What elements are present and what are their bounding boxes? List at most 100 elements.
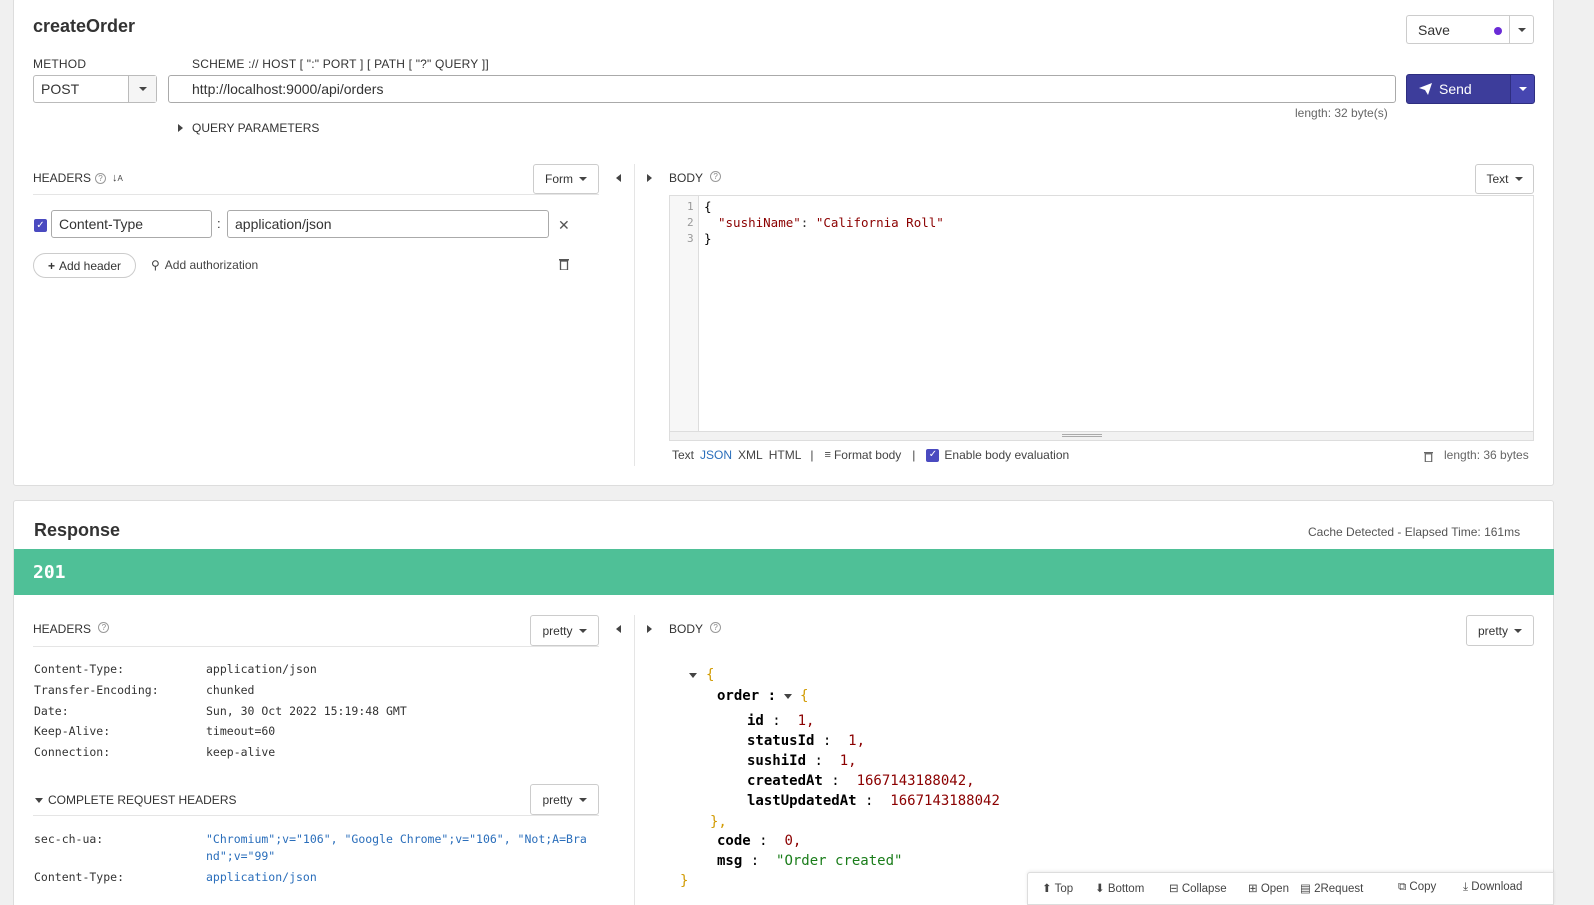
method-dropdown-toggle[interactable]	[128, 76, 156, 102]
clear-body-icon[interactable]	[1424, 450, 1433, 463]
header-value-input[interactable]: application/json	[227, 210, 549, 238]
headers-label-text: HEADERS	[33, 622, 92, 636]
header-key: Content-Type:	[34, 870, 125, 884]
arrow-up-icon: ⬆	[1042, 883, 1052, 895]
url-input[interactable]: http://localhost:9000/api/orders	[168, 75, 1396, 103]
response-headers-mode-dropdown[interactable]: pretty	[530, 615, 599, 646]
line-number: 3	[687, 232, 694, 245]
header-value: nd";v="99"	[206, 849, 276, 863]
request-header-row-cont: nd";v="99"	[34, 849, 275, 863]
divider	[33, 194, 599, 195]
chevron-down-icon	[1514, 628, 1522, 633]
body-mode-dropdown[interactable]: Text	[1475, 164, 1534, 194]
add-authorization-link[interactable]: ⚲ Add authorization	[151, 258, 258, 272]
response-title: Response	[34, 520, 121, 540]
format-body-button[interactable]: ≡ Format body	[825, 448, 902, 462]
headers-mode-dropdown[interactable]: Form	[533, 164, 599, 194]
method-select[interactable]: POST	[33, 75, 157, 103]
toolbar-download[interactable]: ⤓ Download	[1463, 881, 1522, 894]
headers-mode-value: Form	[545, 172, 573, 186]
minus-square-icon: ⊟	[1169, 883, 1179, 895]
body-label-text: BODY	[669, 622, 703, 636]
toolbar-2request[interactable]: ▤ 2Request	[1300, 881, 1363, 895]
response-body-mode-dropdown[interactable]: pretty	[1466, 615, 1534, 646]
header-enabled-checkbox[interactable]: ✓	[34, 219, 47, 232]
toolbar-bottom[interactable]: ⬇ Bottom	[1095, 881, 1144, 895]
expand-right-icon[interactable]	[647, 625, 652, 633]
save-button[interactable]: Save	[1406, 15, 1510, 44]
remove-header-icon[interactable]: ✕	[558, 217, 570, 234]
headers-label-text: HEADERS	[33, 171, 92, 185]
send-dropdown-button[interactable]	[1510, 74, 1535, 104]
sort-icon[interactable]: ↓A	[112, 172, 123, 184]
json-field: id : 1,	[747, 713, 815, 729]
header-name-value: Content-Type	[59, 216, 144, 232]
json-field: msg : "Order created"	[717, 853, 903, 869]
response-header-row: Date: Sun, 30 Oct 2022 15:19:48 GMT	[34, 704, 407, 718]
toolbar-copy[interactable]: ⧉ Copy	[1398, 881, 1436, 894]
collapse-root-icon[interactable]	[689, 673, 697, 678]
format-json-link[interactable]: JSON	[700, 448, 732, 462]
header-value-value: application/json	[235, 216, 332, 232]
enable-eval-checkbox[interactable]: ✓	[926, 448, 940, 462]
query-parameters-toggle[interactable]: QUERY PARAMETERS	[178, 121, 319, 135]
trash-icon[interactable]	[559, 258, 569, 271]
json-field: lastUpdatedAt : 1667143188042	[747, 793, 1000, 809]
response-headers-label: HEADERS ?	[33, 622, 110, 636]
help-icon[interactable]: ?	[95, 172, 107, 184]
plus-icon: +	[47, 258, 55, 273]
format-html-link[interactable]: HTML	[769, 448, 802, 462]
collapse-left-icon[interactable]	[616, 625, 621, 633]
header-name-input[interactable]: Content-Type	[51, 210, 212, 238]
chevron-down-icon	[578, 797, 587, 802]
collapse-icon	[35, 797, 43, 803]
json-brace: {	[800, 688, 809, 704]
request-headers-label: HEADERS ? ↓A	[33, 171, 123, 185]
request-header-row: Content-Type: application/json	[34, 870, 317, 884]
response-header-row: Content-Type: application/json	[34, 662, 317, 676]
format-body-label: Format body	[833, 448, 902, 462]
code-line: }	[704, 231, 712, 246]
collapse-left-icon[interactable]	[616, 174, 621, 182]
complete-headers-mode-dropdown[interactable]: pretty	[530, 784, 599, 815]
format-xml-link[interactable]: XML	[738, 448, 763, 462]
request-header-row: sec-ch-ua: "Chromium";v="106", "Google Ch…	[34, 832, 587, 846]
add-header-button[interactable]: + Add header	[33, 253, 136, 278]
bottom-toolbar: ⬆ Top ⬇ Bottom ⊟ Collapse ⊞ Open ▤ 2Requ…	[1027, 872, 1554, 905]
json-brace: {	[706, 667, 715, 683]
body-mode-value: Text	[1486, 172, 1509, 186]
header-key: Keep-Alive:	[34, 724, 111, 738]
resize-handle[interactable]	[670, 431, 1533, 440]
send-button[interactable]: Send	[1406, 74, 1511, 104]
header-value: application/json	[206, 662, 317, 676]
key-icon: ⚲	[151, 258, 160, 272]
expand-icon	[178, 124, 183, 132]
json-key: "sushiName"	[718, 215, 801, 230]
header-value: application/json	[206, 870, 317, 884]
header-value: "Chromium";v="106", "Google Chrome";v="1…	[206, 832, 587, 846]
collapse-order-icon[interactable]	[784, 694, 792, 699]
help-icon[interactable]: ?	[98, 622, 110, 633]
format-text-link[interactable]: Text	[672, 448, 694, 462]
toolbar-open[interactable]: ⊞ Open	[1248, 881, 1289, 895]
help-icon[interactable]: ?	[710, 622, 722, 633]
help-icon[interactable]: ?	[710, 171, 722, 182]
enable-eval-label: Enable body evaluation	[944, 448, 1070, 462]
save-dropdown-button[interactable]	[1509, 15, 1534, 44]
json-string: "California Roll"	[815, 215, 944, 230]
expand-right-icon[interactable]	[647, 174, 652, 182]
panel-splitter[interactable]	[634, 615, 635, 905]
body-length: length: 36 bytes	[1444, 448, 1529, 462]
panel-splitter[interactable]	[634, 164, 635, 466]
copy-icon: ⧉	[1398, 881, 1407, 893]
chevron-down-icon	[138, 87, 147, 91]
response-header-row: Transfer-Encoding: chunked	[34, 683, 254, 697]
toolbar-top[interactable]: ⬆ Top	[1042, 881, 1073, 895]
toolbar-collapse[interactable]: ⊟ Collapse	[1169, 881, 1227, 895]
response-body-label: BODY ?	[669, 622, 722, 636]
json-brace: },	[710, 814, 727, 830]
url-format-label: SCHEME :// HOST [ ":" PORT ] [ PATH [ "?…	[192, 57, 489, 71]
complete-request-headers-toggle[interactable]: COMPLETE REQUEST HEADERS	[35, 793, 236, 807]
body-editor[interactable]: 1 2 3 { "sushiName": "California Roll" }	[669, 195, 1534, 441]
header-value: Sun, 30 Oct 2022 15:19:48 GMT	[206, 704, 407, 718]
